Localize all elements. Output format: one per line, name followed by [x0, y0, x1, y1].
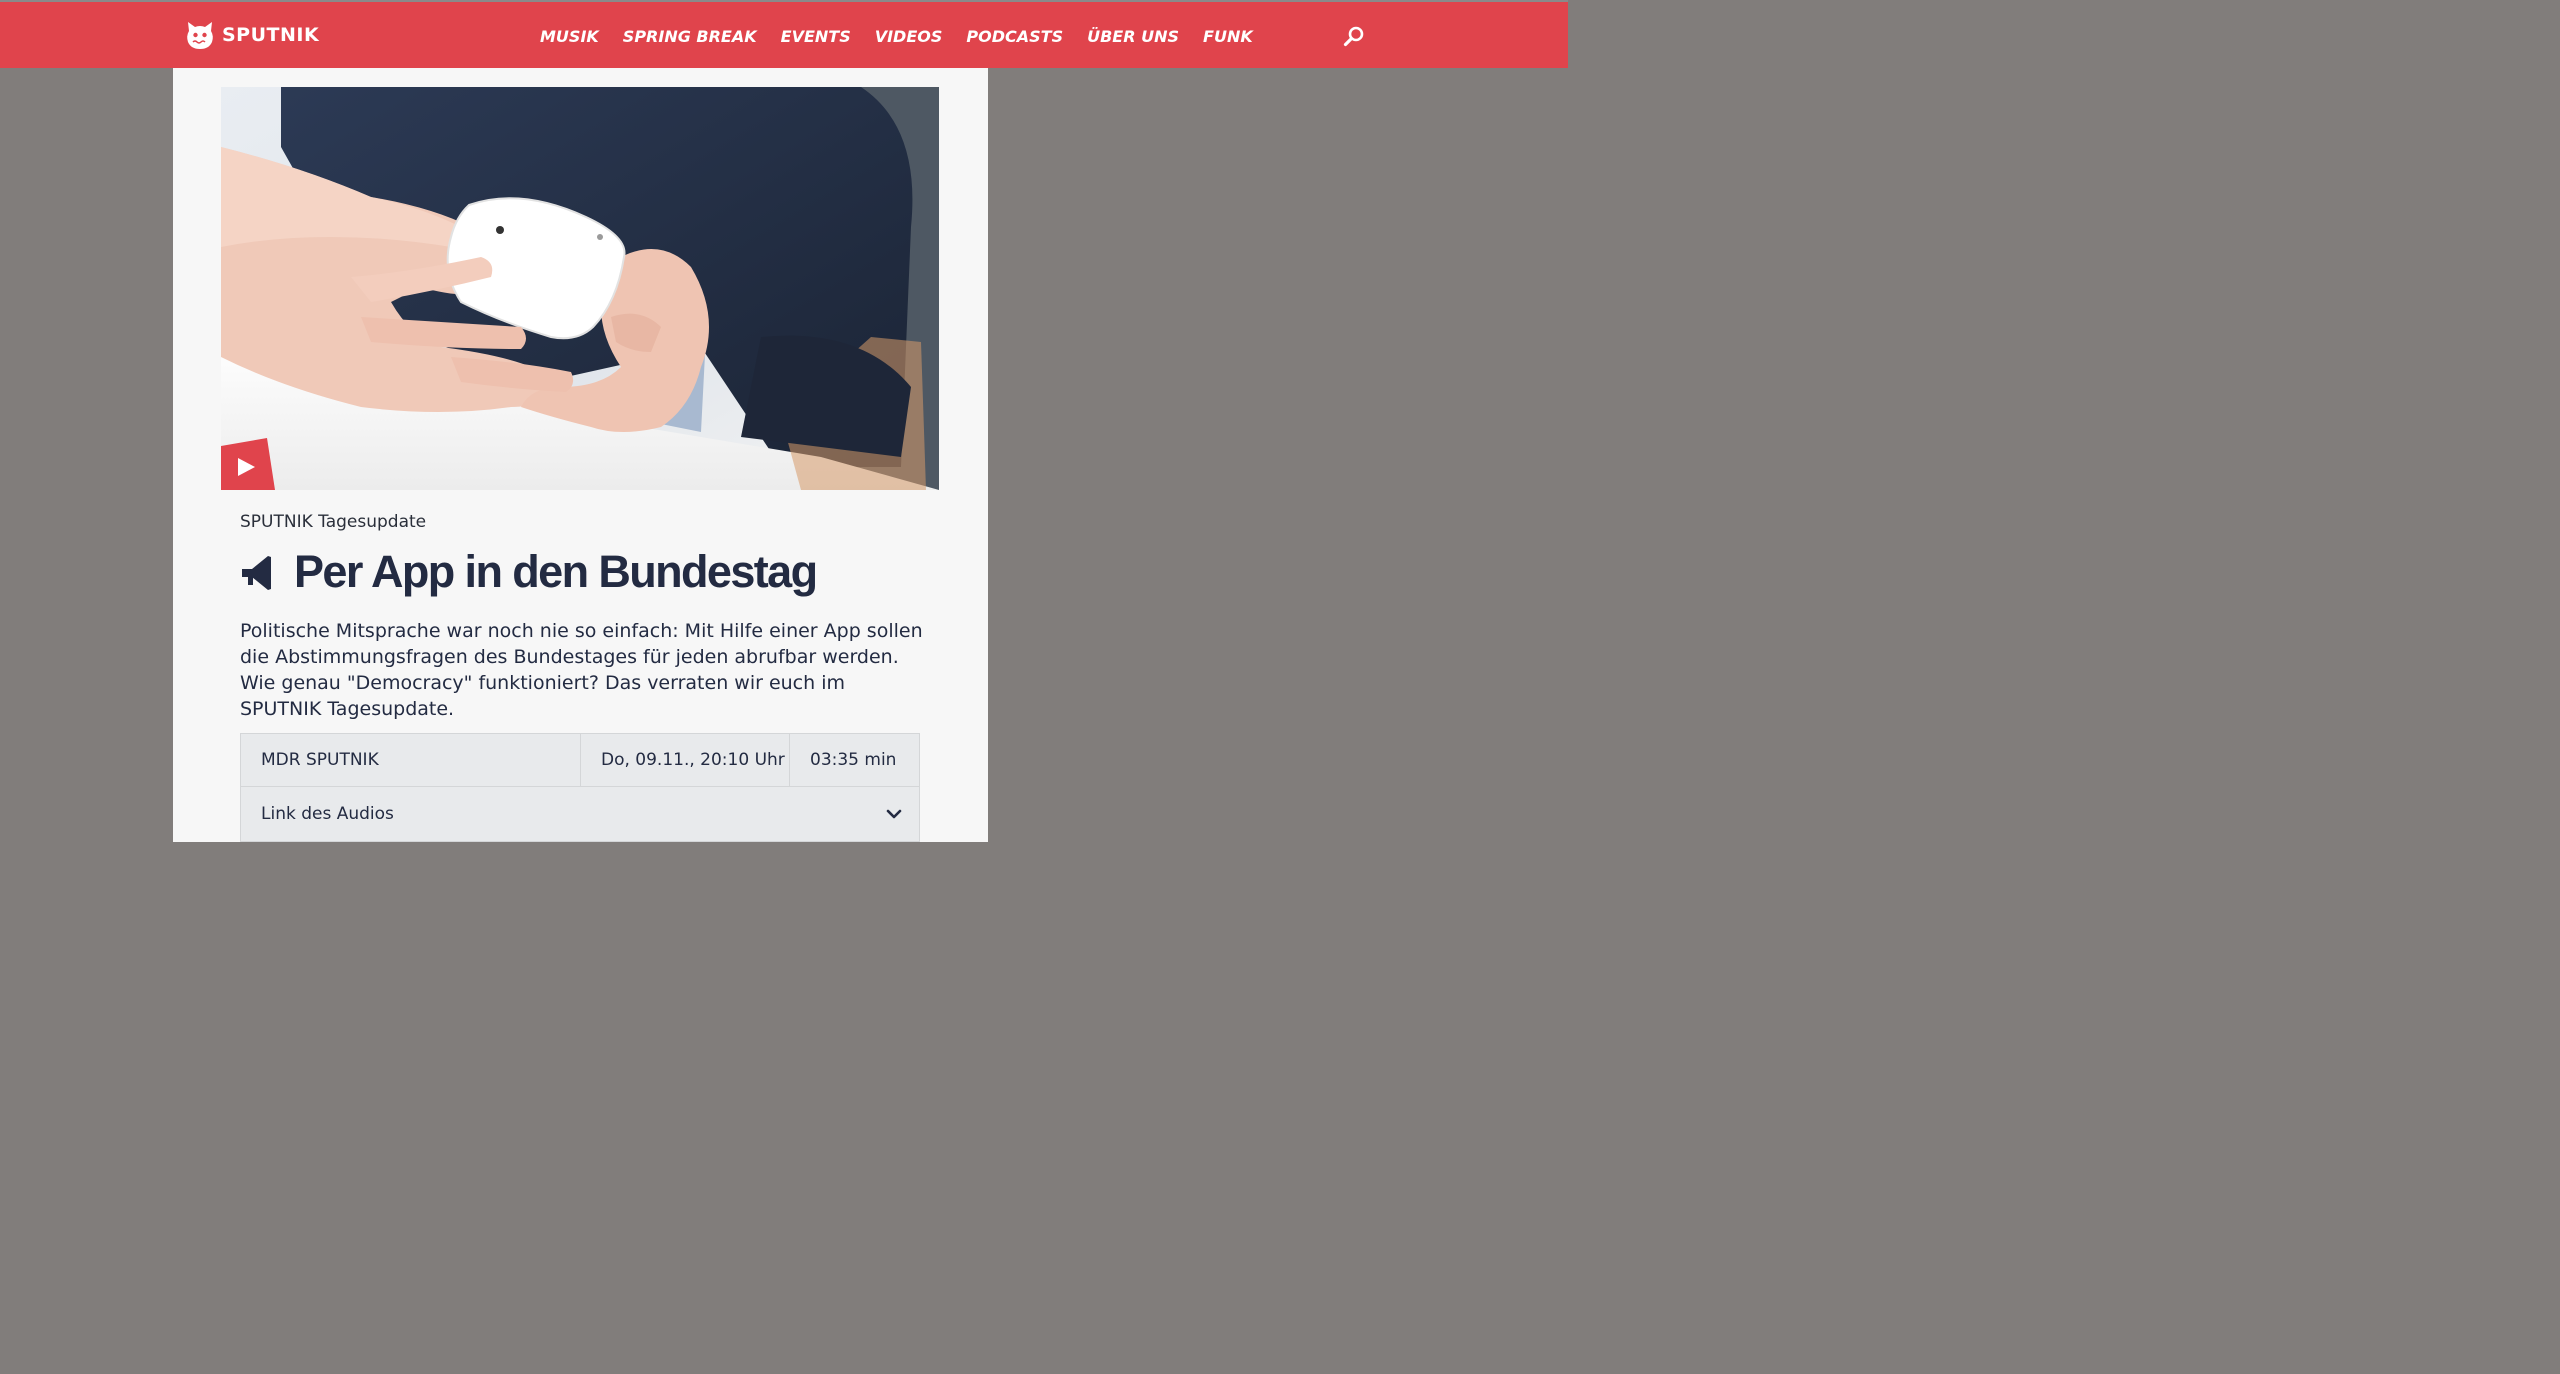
audio-link-label: Link des Audios: [261, 804, 394, 824]
nav-item-events[interactable]: EVENTS: [781, 27, 851, 46]
nav-item-ueber-uns[interactable]: ÜBER UNS: [1087, 27, 1179, 46]
play-icon: [221, 438, 275, 490]
nav-item-musik[interactable]: MUSIK: [540, 27, 599, 46]
article-content: SPUTNIK Tagesupdate Per App in den Bunde…: [173, 68, 988, 842]
search-icon: [1343, 26, 1364, 47]
nav-item-funk[interactable]: FUNK: [1203, 27, 1253, 46]
sputnik-logo[interactable]: SPUTNIK: [184, 18, 319, 52]
article-hero-image[interactable]: [221, 87, 939, 490]
article-teaser: Politische Mitsprache war noch nie so ei…: [240, 620, 923, 720]
audio-link-toggle[interactable]: Link des Audios: [241, 787, 919, 841]
hands-holding-smartphone-image: [221, 87, 939, 490]
page-title: Per App in den Bundestag: [294, 546, 818, 597]
chevron-down-icon[interactable]: [885, 807, 903, 821]
speaker-icon: [242, 556, 271, 590]
brand-name: SPUTNIK: [222, 24, 320, 46]
audio-station: MDR SPUTNIK: [241, 734, 581, 786]
audio-duration: 03:35 min: [810, 750, 897, 770]
search-button[interactable]: [1342, 24, 1366, 48]
main-nav: MUSIK SPRING BREAK EVENTS VIDEOS PODCAST…: [540, 2, 1277, 70]
play-button[interactable]: [221, 438, 275, 490]
nav-item-spring-break[interactable]: SPRING BREAK: [623, 27, 757, 46]
audio-meta-table: MDR SPUTNIK Do, 09.11., 20:10 Uhr 03:35 …: [240, 733, 920, 842]
article-headline: Per App in den Bundestag: [240, 546, 818, 598]
nav-item-podcasts[interactable]: PODCASTS: [966, 27, 1063, 46]
site-header: SPUTNIK MUSIK SPRING BREAK EVENTS VIDEOS…: [0, 0, 1568, 68]
audio-date: Do, 09.11., 20:10 Uhr: [581, 734, 790, 786]
audio-meta-row: MDR SPUTNIK Do, 09.11., 20:10 Uhr 03:35 …: [241, 734, 919, 787]
sputnik-mascot-icon: [187, 22, 213, 49]
nav-item-videos[interactable]: VIDEOS: [875, 27, 943, 46]
article-kicker: SPUTNIK Tagesupdate: [240, 512, 427, 532]
